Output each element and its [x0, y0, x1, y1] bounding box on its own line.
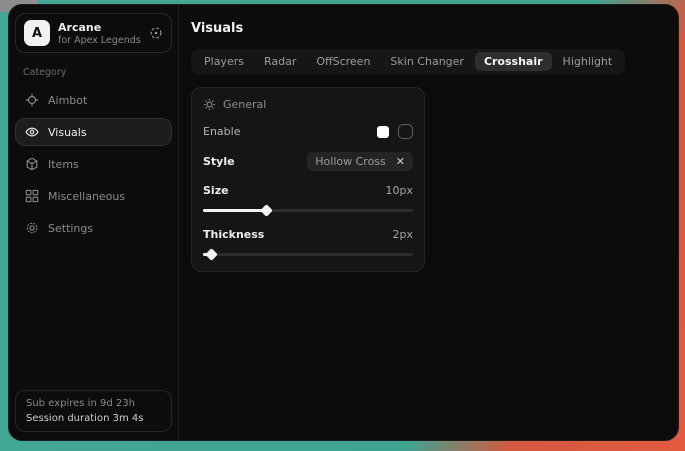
app-window: A Arcane for Apex Legends Category [8, 4, 679, 441]
general-card: General Enable Style Hollow Cross ✕ [191, 87, 425, 272]
cube-icon [25, 157, 39, 171]
slider-fill [203, 253, 211, 256]
size-value: 10px [386, 184, 414, 197]
sidebar-nav: Aimbot Visuals Items [15, 86, 172, 242]
slider-thumb[interactable] [260, 204, 273, 217]
card-header: General [203, 98, 413, 111]
sidebar-item-label: Miscellaneous [48, 190, 125, 203]
slider-track [203, 253, 413, 256]
scan-icon[interactable] [149, 26, 163, 40]
tab-players[interactable]: Players [195, 52, 253, 71]
size-row: Size 10px [203, 184, 413, 197]
sidebar-item-settings[interactable]: Settings [15, 214, 172, 242]
thickness-label: Thickness [203, 228, 264, 241]
sidebar-item-label: Items [48, 158, 79, 171]
subscription-card: Sub expires in 9d 23h Session duration 3… [15, 390, 172, 432]
profile-text: Arcane for Apex Legends [58, 21, 141, 46]
enable-row: Enable [203, 124, 413, 139]
slider-thumb[interactable] [206, 248, 219, 261]
sidebar-item-label: Visuals [48, 126, 87, 139]
size-slider[interactable] [203, 206, 413, 215]
app-name: Arcane [58, 21, 141, 34]
style-label: Style [203, 155, 235, 168]
grid-icon [25, 189, 39, 203]
enable-label: Enable [203, 125, 240, 138]
tab-skin-changer[interactable]: Skin Changer [381, 52, 473, 71]
page-title: Visuals [191, 21, 678, 36]
sidebar-item-aimbot[interactable]: Aimbot [15, 86, 172, 114]
size-label: Size [203, 184, 229, 197]
sidebar-item-visuals[interactable]: Visuals [15, 118, 172, 146]
eye-icon [25, 125, 39, 139]
category-label: Category [23, 67, 172, 78]
thickness-value: 2px [393, 228, 414, 241]
main-content: Visuals Players Radar OffScreen Skin Cha… [179, 5, 678, 440]
app-logo: A [24, 20, 50, 46]
gear-icon [25, 221, 39, 235]
enable-checkbox[interactable] [398, 124, 413, 139]
crosshair-icon [25, 93, 39, 107]
card-title: General [223, 98, 266, 111]
thickness-row: Thickness 2px [203, 228, 413, 241]
app-subtitle: for Apex Legends [58, 35, 141, 46]
tab-offscreen[interactable]: OffScreen [307, 52, 379, 71]
style-select[interactable]: Hollow Cross ✕ [307, 152, 413, 171]
tab-radar[interactable]: Radar [255, 52, 305, 71]
session-duration-text: Session duration 3m 4s [26, 413, 161, 424]
sidebar: A Arcane for Apex Legends Category [9, 5, 179, 440]
tab-highlight[interactable]: Highlight [554, 52, 622, 71]
sidebar-item-miscellaneous[interactable]: Miscellaneous [15, 182, 172, 210]
gear-sun-icon [203, 98, 216, 111]
sidebar-item-label: Settings [48, 222, 93, 235]
profile-card: A Arcane for Apex Legends [15, 13, 172, 53]
sub-expires-text: Sub expires in 9d 23h [26, 398, 161, 409]
slider-fill [203, 209, 266, 212]
sidebar-item-items[interactable]: Items [15, 150, 172, 178]
thickness-slider[interactable] [203, 250, 413, 259]
style-value: Hollow Cross [315, 155, 386, 168]
tab-bar: Players Radar OffScreen Skin Changer Cro… [191, 49, 625, 74]
style-row: Style Hollow Cross ✕ [203, 152, 413, 171]
color-swatch[interactable] [377, 126, 389, 138]
sidebar-item-label: Aimbot [48, 94, 87, 107]
x-icon[interactable]: ✕ [396, 156, 405, 167]
tab-crosshair[interactable]: Crosshair [475, 52, 552, 71]
